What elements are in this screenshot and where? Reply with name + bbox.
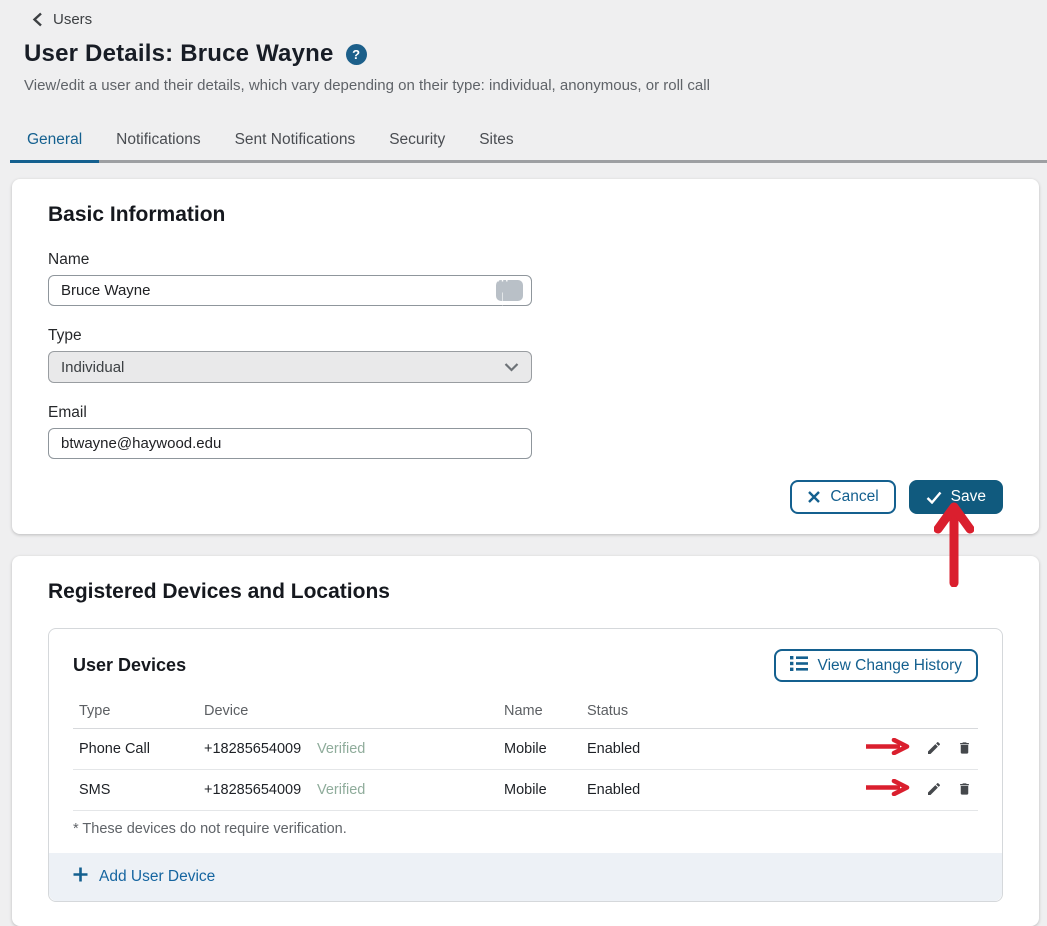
device-row-sms: SMS +18285654009 Verified Mobile Enabled — [73, 770, 978, 811]
chevron-left-icon — [32, 12, 43, 27]
plus-icon — [73, 867, 88, 887]
cancel-button[interactable]: Cancel — [790, 480, 895, 514]
col-header-status: Status — [581, 694, 856, 728]
col-header-verification — [311, 702, 498, 720]
breadcrumb-back-users[interactable]: Users — [32, 8, 1023, 30]
edit-device-button[interactable] — [926, 740, 942, 759]
tab-general[interactable]: General — [10, 122, 99, 160]
basic-information-card: Basic Information Name ⋯｜ Type Individua… — [12, 179, 1039, 534]
type-label: Type — [48, 327, 532, 345]
device-row-phone-call: Phone Call +18285654009 Verified Mobile … — [73, 729, 978, 770]
email-label: Email — [48, 404, 532, 422]
view-change-history-label: View Change History — [818, 657, 962, 675]
tab-notifications[interactable]: Notifications — [99, 122, 217, 160]
device-name: Mobile — [498, 770, 581, 810]
col-header-name: Name — [498, 694, 581, 728]
delete-device-button[interactable] — [957, 781, 972, 800]
type-select[interactable]: Individual — [48, 351, 532, 383]
type-field-group: Type Individual — [48, 327, 532, 383]
email-field-group: Email — [48, 404, 532, 459]
add-user-device-button[interactable]: Add User Device — [73, 867, 215, 887]
device-type: Phone Call — [73, 729, 198, 769]
email-input[interactable] — [48, 428, 532, 459]
device-verification: Verified — [311, 729, 498, 769]
name-field-group: Name ⋯｜ — [48, 251, 532, 306]
page-title: User Details: Bruce Wayne — [24, 40, 334, 68]
x-icon — [807, 490, 821, 504]
cancel-button-label: Cancel — [830, 488, 878, 506]
user-devices-title: User Devices — [73, 655, 186, 676]
table-header-row: Type Device Name Status — [73, 694, 978, 729]
check-icon — [926, 491, 942, 504]
registered-devices-card: Registered Devices and Locations User De… — [12, 556, 1039, 926]
name-label: Name — [48, 251, 532, 269]
pencil-icon — [926, 740, 942, 759]
add-user-device-label: Add User Device — [99, 868, 215, 886]
view-change-history-button[interactable]: View Change History — [774, 649, 978, 682]
device-status: Enabled — [581, 770, 856, 810]
page-subtitle: View/edit a user and their details, whic… — [24, 77, 1023, 94]
device-number: +18285654009 — [198, 770, 311, 810]
chevron-down-icon — [504, 359, 519, 376]
annotation-arrow-right-edit — [864, 779, 911, 801]
trash-icon — [957, 740, 972, 759]
help-icon[interactable]: ? — [346, 44, 367, 65]
list-icon — [790, 656, 808, 676]
autofill-ellipsis-icon[interactable]: ⋯｜ — [496, 280, 523, 301]
tab-sent-notifications[interactable]: Sent Notifications — [218, 122, 373, 160]
save-button-label: Save — [951, 488, 986, 506]
col-header-actions — [856, 702, 978, 720]
col-header-type: Type — [73, 694, 198, 728]
device-verification: Verified — [311, 770, 498, 810]
registered-devices-heading: Registered Devices and Locations — [48, 580, 1003, 604]
add-device-footer: Add User Device — [49, 853, 1002, 901]
annotation-arrow-right-edit — [864, 738, 911, 760]
delete-device-button[interactable] — [957, 740, 972, 759]
device-status: Enabled — [581, 729, 856, 769]
tab-sites[interactable]: Sites — [462, 122, 530, 160]
breadcrumb-label: Users — [53, 11, 92, 28]
save-button[interactable]: Save — [909, 480, 1003, 514]
page-header: Users User Details: Bruce Wayne ? View/e… — [0, 0, 1047, 94]
device-number: +18285654009 — [198, 729, 311, 769]
type-select-value: Individual — [61, 359, 124, 376]
col-header-device: Device — [198, 694, 311, 728]
user-devices-table: Type Device Name Status Phone Call +1828… — [73, 694, 978, 811]
tab-bar: General Notifications Sent Notifications… — [10, 122, 1047, 163]
tab-security[interactable]: Security — [372, 122, 462, 160]
name-input[interactable] — [48, 275, 532, 306]
user-devices-card: User Devices View Change History Type De… — [48, 628, 1003, 902]
pencil-icon — [926, 781, 942, 800]
trash-icon — [957, 781, 972, 800]
device-name: Mobile — [498, 729, 581, 769]
device-type: SMS — [73, 770, 198, 810]
basic-information-heading: Basic Information — [48, 203, 1003, 227]
verification-footnote: * These devices do not require verificat… — [73, 811, 978, 853]
edit-device-button[interactable] — [926, 781, 942, 800]
